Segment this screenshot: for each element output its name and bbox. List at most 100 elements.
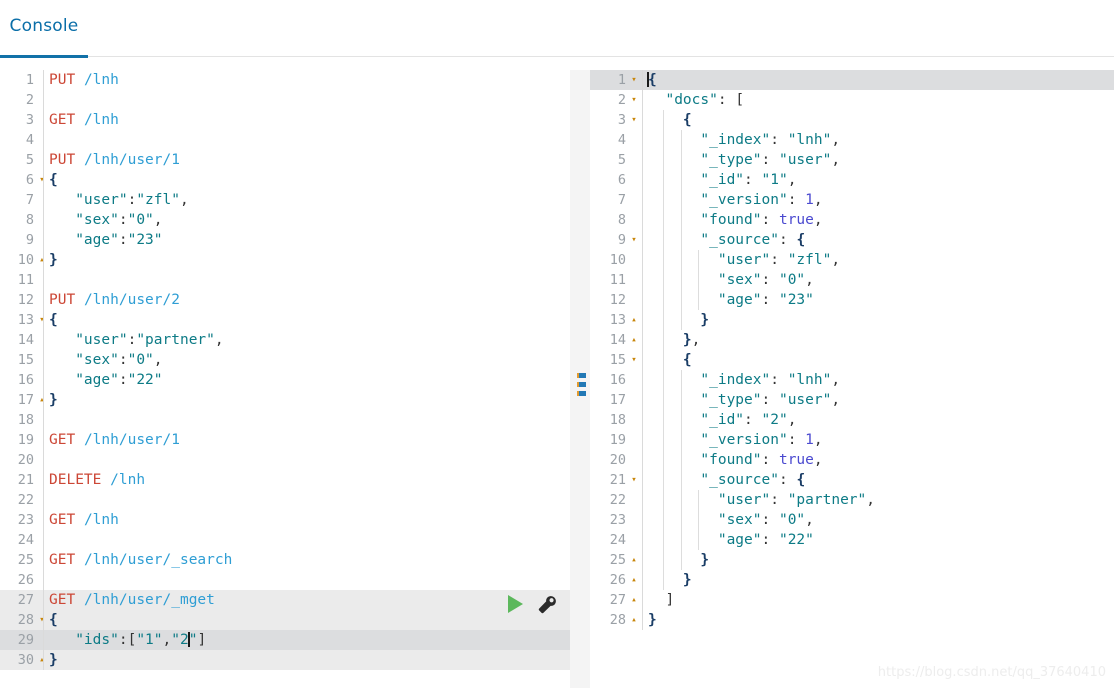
- chevron-down-icon[interactable]: ▾: [628, 230, 640, 250]
- chevron-up-icon[interactable]: ▴: [628, 330, 640, 350]
- chevron-down-icon[interactable]: ▾: [628, 90, 640, 110]
- code-line[interactable]: 11 "sex": "0",: [590, 270, 1114, 290]
- code-line[interactable]: 28 ▴}: [590, 610, 1114, 630]
- chevron-down-icon[interactable]: ▾: [36, 610, 48, 630]
- code-line[interactable]: 4 "_index": "lnh",: [590, 130, 1114, 150]
- code-line[interactable]: 29 "ids":["1","2"]: [0, 630, 570, 650]
- wrench-icon[interactable]: [536, 594, 558, 616]
- code-line[interactable]: 3 GET /lnh: [0, 110, 570, 130]
- chevron-down-icon[interactable]: ▾: [36, 170, 48, 190]
- token: "zfl": [787, 252, 832, 268]
- code-line[interactable]: 26 ▴ }: [590, 570, 1114, 590]
- tab-console[interactable]: Console: [0, 16, 88, 36]
- play-icon[interactable]: [508, 595, 523, 613]
- chevron-up-icon[interactable]: ▴: [36, 650, 48, 670]
- code-line[interactable]: 20: [0, 450, 570, 470]
- code-line[interactable]: 15 "sex":"0",: [0, 350, 570, 370]
- code-line[interactable]: 8 "found": true,: [590, 210, 1114, 230]
- chevron-up-icon[interactable]: ▴: [628, 610, 640, 630]
- chevron-up-icon[interactable]: ▴: [628, 590, 640, 610]
- code-line[interactable]: 16 "_index": "lnh",: [590, 370, 1114, 390]
- chevron-down-icon[interactable]: ▾: [628, 350, 640, 370]
- code-line[interactable]: 6 ▾{: [0, 170, 570, 190]
- code-line[interactable]: 25 GET /lnh/user/_search: [0, 550, 570, 570]
- line-number: 17: [17, 392, 34, 408]
- line-number: 9: [617, 232, 626, 248]
- code-line[interactable]: 7 "user":"zfl",: [0, 190, 570, 210]
- chevron-down-icon[interactable]: ▾: [628, 70, 640, 90]
- code-line[interactable]: 17 ▴}: [0, 390, 570, 410]
- gutter-divider: [43, 250, 44, 270]
- code-line[interactable]: 23 "sex": "0",: [590, 510, 1114, 530]
- code-line[interactable]: 19 "_version": 1,: [590, 430, 1114, 450]
- code-line[interactable]: 28 ▾{: [0, 610, 570, 630]
- code-line[interactable]: 22 "user": "partner",: [590, 490, 1114, 510]
- code-line[interactable]: 27 ▴ ]: [590, 590, 1114, 610]
- code-line[interactable]: 20 "found": true,: [590, 450, 1114, 470]
- code-line[interactable]: 7 "_version": 1,: [590, 190, 1114, 210]
- chevron-up-icon[interactable]: ▴: [628, 310, 640, 330]
- code-line[interactable]: 25 ▴ }: [590, 550, 1114, 570]
- code-line[interactable]: 6 "_id": "1",: [590, 170, 1114, 190]
- code-line[interactable]: 21 ▾ "_source": {: [590, 470, 1114, 490]
- code-line[interactable]: 15 ▾ {: [590, 350, 1114, 370]
- code-line[interactable]: 5 PUT /lnh/user/1: [0, 150, 570, 170]
- code-line[interactable]: 4: [0, 130, 570, 150]
- chevron-down-icon[interactable]: ▾: [628, 470, 640, 490]
- code-line[interactable]: 16 "age":"22": [0, 370, 570, 390]
- code-line[interactable]: 11: [0, 270, 570, 290]
- code-line[interactable]: 1 ▾ {: [590, 70, 1114, 90]
- chevron-up-icon[interactable]: ▴: [36, 390, 48, 410]
- chevron-up-icon[interactable]: ▴: [628, 570, 640, 590]
- chevron-down-icon[interactable]: ▾: [628, 110, 640, 130]
- code-line[interactable]: 5 "_type": "user",: [590, 150, 1114, 170]
- code-line[interactable]: 18: [0, 410, 570, 430]
- code-line[interactable]: 19 GET /lnh/user/1: [0, 430, 570, 450]
- drag-handle-icon[interactable]: [577, 373, 586, 403]
- code-text: GET /lnh: [49, 110, 119, 130]
- chevron-up-icon[interactable]: ▴: [36, 250, 48, 270]
- code-line[interactable]: 24: [0, 530, 570, 550]
- code-line[interactable]: 13 ▾{: [0, 310, 570, 330]
- code-line[interactable]: 13 ▴ }: [590, 310, 1114, 330]
- code-line[interactable]: 27 GET /lnh/user/_mget: [0, 590, 570, 610]
- code-line[interactable]: 23 GET /lnh: [0, 510, 570, 530]
- gutter-divider: [43, 90, 44, 110]
- code-line[interactable]: 9 ▾ "_source": {: [590, 230, 1114, 250]
- chevron-up-icon[interactable]: ▴: [628, 550, 640, 570]
- token: ,: [162, 632, 172, 648]
- code-line[interactable]: 12 "age": "23": [590, 290, 1114, 310]
- code-line[interactable]: 9 "age":"23": [0, 230, 570, 250]
- code-line[interactable]: 30 ▴}: [0, 650, 570, 670]
- code-text: "found": true,: [648, 450, 822, 470]
- code-line[interactable]: 18 "_id": "2",: [590, 410, 1114, 430]
- gutter-divider: [642, 230, 643, 250]
- code-line[interactable]: 12 PUT /lnh/user/2: [0, 290, 570, 310]
- token: }: [49, 392, 58, 408]
- request-editor[interactable]: 1 PUT /lnh 2 3 GET /lnh 4 5 PUT /lnh/user/1 6 ▾{7…: [0, 70, 570, 688]
- code-line[interactable]: 1 PUT /lnh: [0, 70, 570, 90]
- code-line[interactable]: 8 "sex":"0",: [0, 210, 570, 230]
- token: "2": [761, 412, 788, 428]
- code-line[interactable]: 17 "_type": "user",: [590, 390, 1114, 410]
- token: DELETE: [49, 472, 102, 488]
- code-line[interactable]: 2 ▾ "docs": [: [590, 90, 1114, 110]
- code-line[interactable]: 2: [0, 90, 570, 110]
- response-editor[interactable]: 1 ▾{2 ▾ "docs": [3 ▾ {4 "_index": "lnh", 5 "…: [590, 70, 1114, 688]
- code-line[interactable]: 10 ▴}: [0, 250, 570, 270]
- code-line[interactable]: 14 ▴ },: [590, 330, 1114, 350]
- chevron-down-icon[interactable]: ▾: [36, 310, 48, 330]
- code-line[interactable]: 3 ▾ {: [590, 110, 1114, 130]
- code-line[interactable]: 14 "user":"partner",: [0, 330, 570, 350]
- line-number: 25: [609, 552, 626, 568]
- line-number: 1: [25, 72, 34, 88]
- token: "0": [127, 352, 154, 368]
- code-line[interactable]: 10 "user": "zfl",: [590, 250, 1114, 270]
- code-line[interactable]: 22: [0, 490, 570, 510]
- pane-splitter[interactable]: [571, 70, 590, 688]
- code-line[interactable]: 21 DELETE /lnh: [0, 470, 570, 490]
- token: ,: [179, 192, 189, 208]
- token: /lnh: [83, 72, 119, 88]
- code-line[interactable]: 26: [0, 570, 570, 590]
- code-line[interactable]: 24 "age": "22": [590, 530, 1114, 550]
